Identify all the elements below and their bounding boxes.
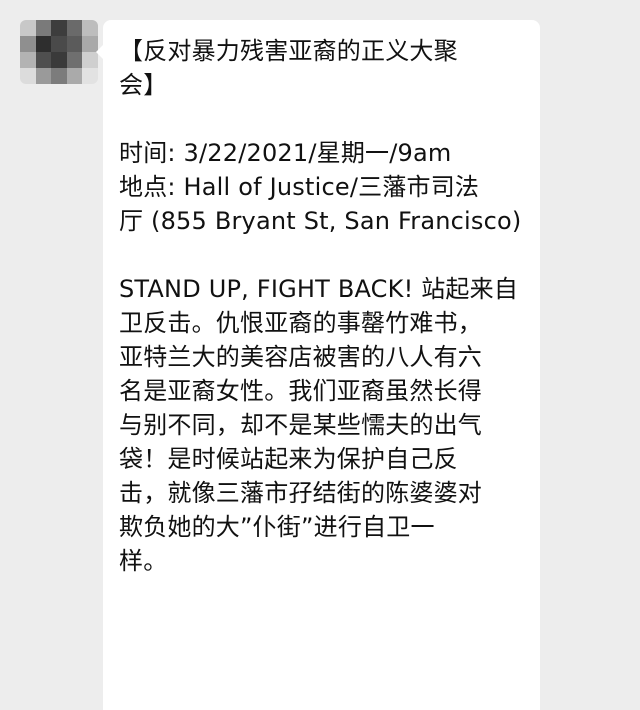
chat-view: 【反对暴力残害亚裔的正义大聚 会】 时间: 3/22/2021/星期一/9am … (0, 0, 640, 710)
message-body-line: 袋！是时候站起来为保护自己反 (119, 445, 458, 473)
message-body-line: 与别不同，却不是某些懦夫的出气 (119, 411, 482, 439)
message-location-line: 厅 (855 Bryant St, San Francisco) (119, 207, 522, 235)
message-body-line: 卫反击。仇恨亚裔的事罄竹难书， (119, 309, 482, 337)
message-time-line: 时间: 3/22/2021/星期一/9am (119, 139, 452, 167)
message-text: 【反对暴力残害亚裔的正义大聚 会】 时间: 3/22/2021/星期一/9am … (119, 34, 529, 578)
message-body-line: 名是亚裔女性。我们亚裔虽然长得 (119, 377, 482, 405)
message-title-line: 【反对暴力残害亚裔的正义大聚 (119, 37, 458, 65)
avatar[interactable] (20, 20, 98, 84)
message-body-line: 击，就像三藩市孖结街的陈婆婆对 (119, 479, 482, 507)
message-body-line: 欺负她的大”仆街”进行自卫一 (119, 513, 435, 541)
message-body-line: 样。 (119, 547, 168, 575)
message-body-line: 亚特兰大的美容店被害的八人有六 (119, 343, 482, 371)
message-body-line: STAND UP, FIGHT BACK! 站起来自 (119, 275, 519, 303)
message-title-line: 会】 (119, 71, 168, 99)
message-location-line: 地点: Hall of Justice/三藩市司法 (119, 173, 480, 201)
